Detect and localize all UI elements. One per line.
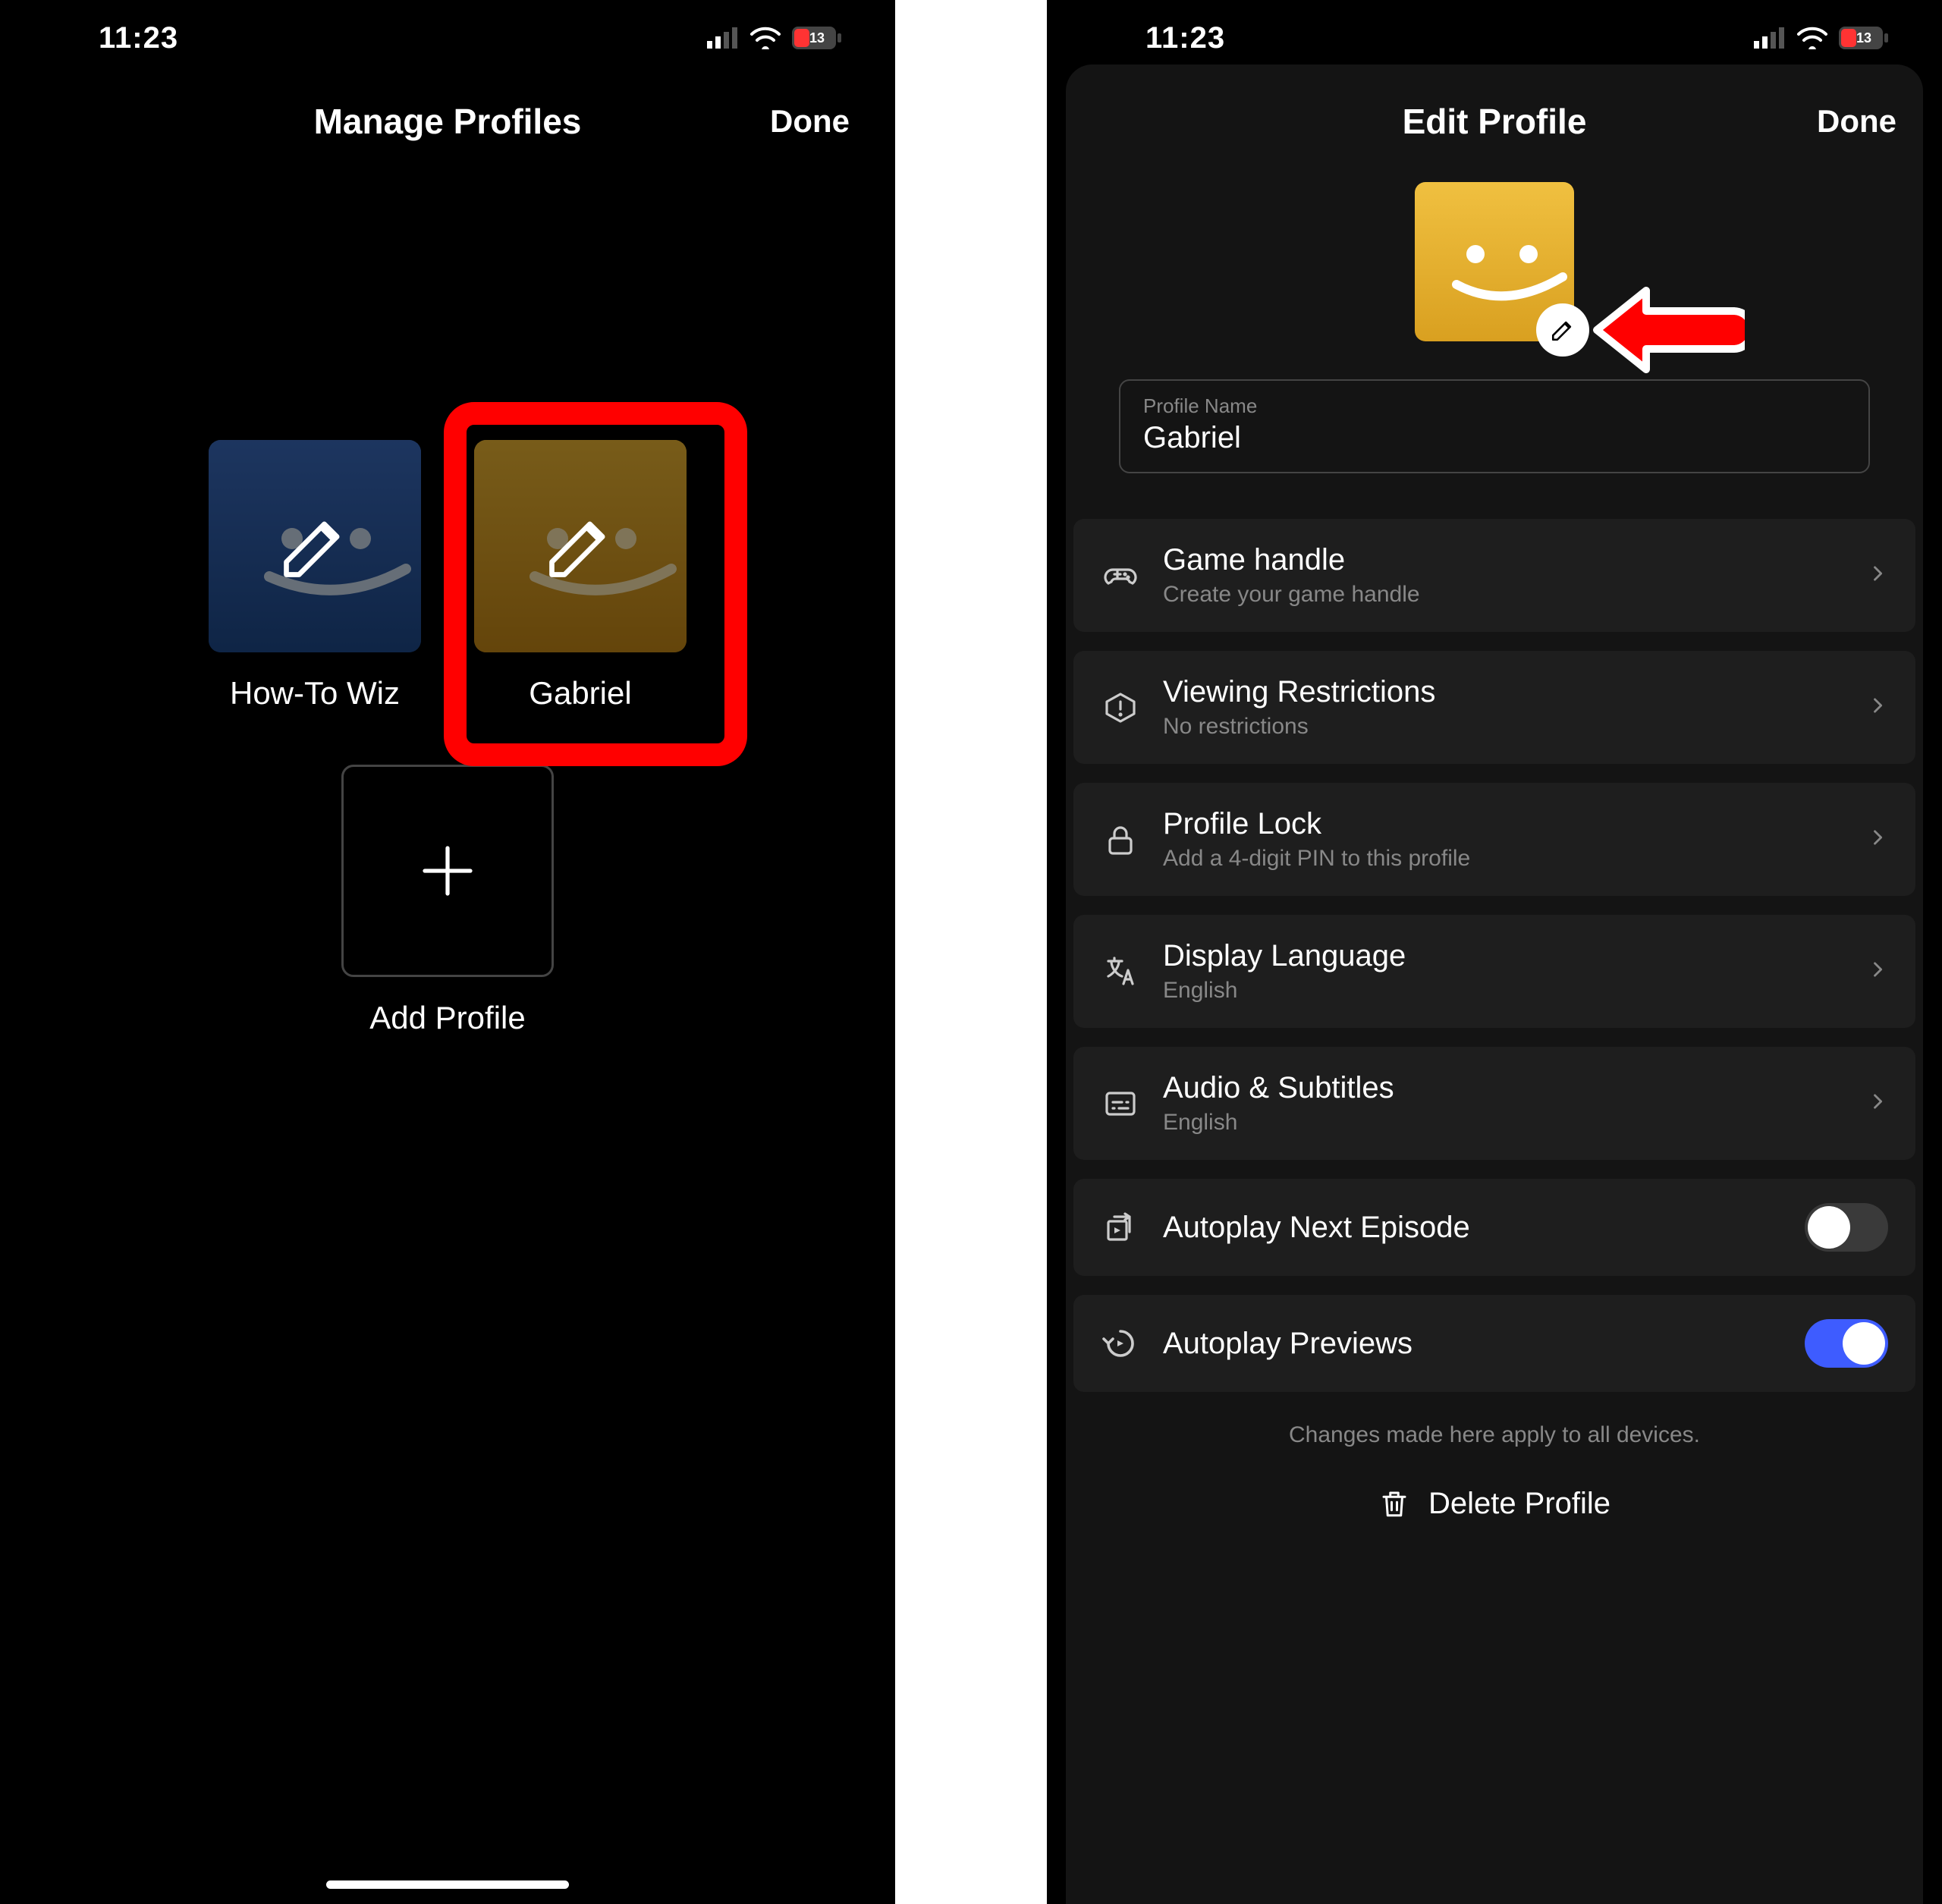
chevron-right-icon [1867,557,1888,594]
status-icons: 13 [707,27,842,49]
battery-icon: 13 [1839,27,1889,49]
cellular-icon [1754,27,1786,49]
avatar [474,440,687,652]
done-button[interactable]: Done [1817,103,1896,140]
warn-icon [1101,690,1140,726]
setting-row-lang[interactable]: Display Language English [1073,915,1915,1028]
setting-row-next[interactable]: Autoplay Next Episode [1073,1179,1915,1276]
setting-title: Autoplay Previews [1163,1327,1782,1361]
gamepad-icon [1101,558,1140,594]
setting-row-replay[interactable]: Autoplay Previews [1073,1295,1915,1392]
setting-text: Autoplay Next Episode [1163,1211,1782,1245]
delete-profile-button[interactable]: Delete Profile [1073,1486,1915,1521]
plus-icon [413,837,482,905]
profile-name-field[interactable]: Profile Name Gabriel [1119,379,1870,473]
setting-title: Viewing Restrictions [1163,675,1844,709]
chevron-right-icon [1867,953,1888,990]
pencil-icon [1550,317,1576,343]
phone-edit-profile: 11:23 13 Edit Profile Done [1047,0,1942,1904]
status-bar: 11:23 13 [1047,0,1942,76]
cellular-icon [707,27,739,49]
setting-row-subtitles[interactable]: Audio & Subtitles English [1073,1047,1915,1160]
setting-subtitle: Add a 4-digit PIN to this profile [1163,846,1844,872]
setting-subtitle: English [1163,1110,1844,1136]
chevron-right-icon [1867,689,1888,726]
settings-list: Game handle Create your game handle Viewin… [1073,519,1915,1392]
chevron-right-icon [1867,821,1888,858]
setting-row-gamepad[interactable]: Game handle Create your game handle [1073,519,1915,632]
toggle[interactable] [1805,1203,1888,1252]
status-bar: 11:23 13 [0,0,895,76]
setting-text: Viewing Restrictions No restrictions [1163,675,1844,740]
replay-icon [1101,1325,1140,1362]
header: Edit Profile Done [1047,76,1942,167]
svg-text:13: 13 [1856,30,1871,46]
phone-manage-profiles: 11:23 13 Manage Profiles Done How-To Wiz [0,0,895,1904]
avatar [209,440,421,652]
subtitles-icon [1101,1086,1140,1122]
setting-title: Display Language [1163,939,1844,973]
add-profile-label: Add Profile [369,1000,525,1036]
pencil-icon [542,508,618,584]
done-button[interactable]: Done [770,103,850,140]
edit-avatar-button[interactable] [1536,303,1589,357]
setting-subtitle: No restrictions [1163,714,1844,740]
setting-title: Profile Lock [1163,807,1844,841]
svg-text:13: 13 [809,30,825,46]
setting-title: Game handle [1163,543,1844,577]
setting-row-lock[interactable]: Profile Lock Add a 4-digit PIN to this pr… [1073,783,1915,896]
setting-subtitle: Create your game handle [1163,582,1844,608]
header: Manage Profiles Done [0,76,895,167]
add-profile-tile[interactable]: Add Profile [341,765,554,1036]
status-time: 11:23 [99,21,178,55]
footer-note: Changes made here apply to all devices. [1073,1422,1915,1448]
trash-icon [1378,1486,1410,1521]
add-tile [341,765,554,977]
setting-text: Display Language English [1163,939,1844,1004]
setting-subtitle: English [1163,978,1844,1004]
pencil-icon [277,508,353,584]
setting-text: Autoplay Previews [1163,1327,1782,1361]
setting-text: Profile Lock Add a 4-digit PIN to this pr… [1163,807,1844,872]
toggle[interactable] [1805,1319,1888,1368]
annotation-arrow-icon [1585,277,1745,383]
chevron-right-icon [1867,1085,1888,1122]
status-icons: 13 [1754,27,1889,49]
profile-name-label: Profile Name [1143,394,1846,418]
lock-icon [1101,822,1140,858]
lang-icon [1101,954,1140,990]
profile-name: Gabriel [529,675,631,712]
home-indicator[interactable] [326,1880,569,1889]
battery-icon: 13 [792,27,842,49]
setting-title: Autoplay Next Episode [1163,1211,1782,1245]
profile-name: How-To Wiz [230,675,400,712]
setting-text: Audio & Subtitles English [1163,1071,1844,1136]
status-time: 11:23 [1145,21,1225,55]
delete-profile-label: Delete Profile [1428,1487,1610,1521]
wifi-icon [749,27,781,49]
profiles-grid: How-To Wiz Gabriel Add Profile [0,440,895,1036]
avatar-section [1073,182,1915,341]
profile-tile-gabriel[interactable]: Gabriel [474,440,687,712]
profile-name-value: Gabriel [1143,421,1846,455]
profile-tile-howto[interactable]: How-To Wiz [209,440,421,712]
page-title: Manage Profiles [314,101,582,142]
setting-row-warn[interactable]: Viewing Restrictions No restrictions [1073,651,1915,764]
setting-text: Game handle Create your game handle [1163,543,1844,608]
next-icon [1101,1209,1140,1246]
setting-title: Audio & Subtitles [1163,1071,1844,1105]
page-title: Edit Profile [1403,101,1587,142]
wifi-icon [1796,27,1828,49]
